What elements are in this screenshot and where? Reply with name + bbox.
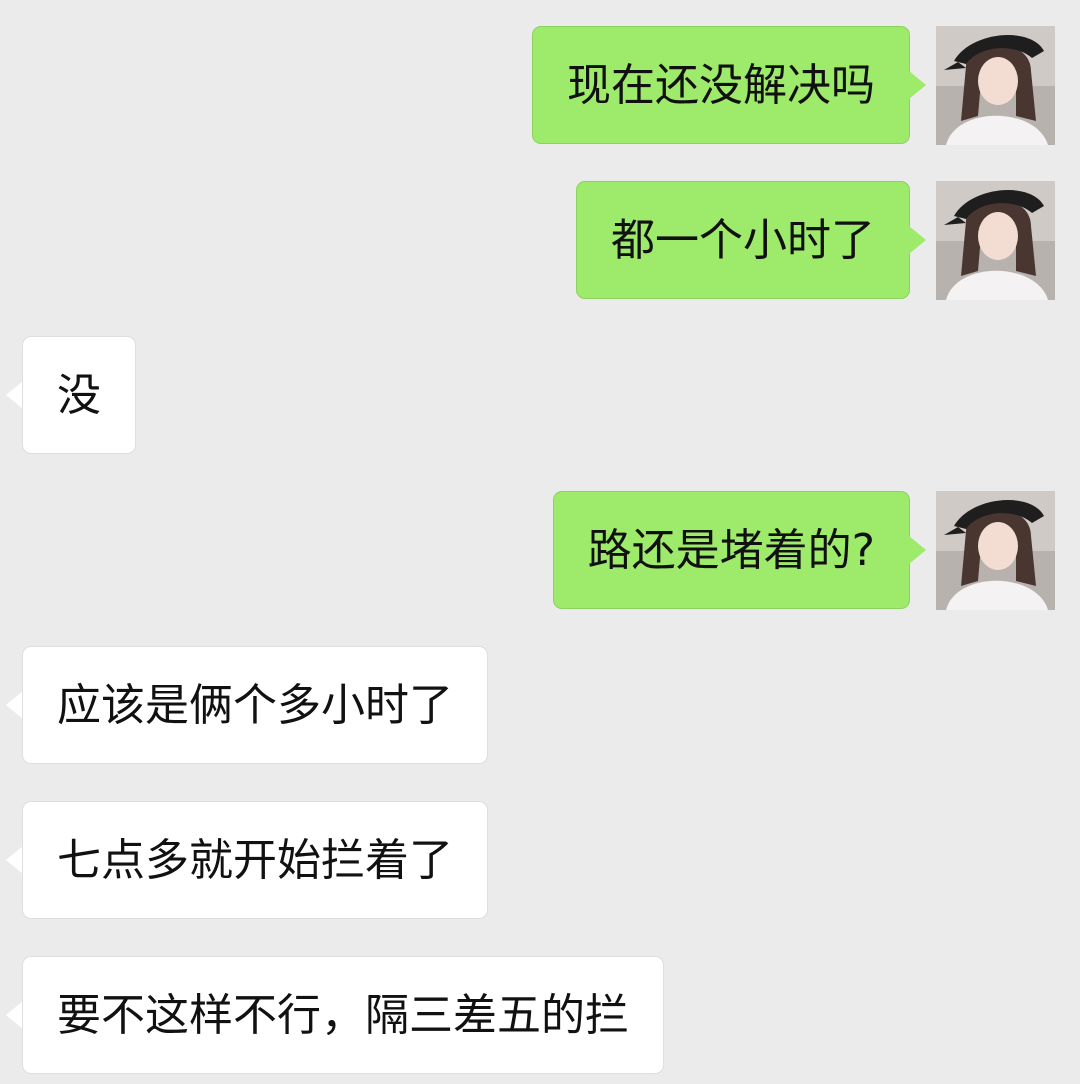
message-row: 要不这样不行，隔三差五的拦 [0,956,1080,1076]
chat-message-list[interactable]: 现在还没解决吗 都一个小时了 没 路还是堵着的? 应该是俩个多小时了 七点多就开… [0,0,1080,1084]
bubble-tail [909,71,926,99]
message-text: 没 [57,370,101,421]
message-row: 没 [0,336,1080,456]
message-row: 七点多就开始拦着了 [0,801,1080,921]
message-text: 路还是堵着的? [587,525,875,576]
message-text: 七点多就开始拦着了 [57,835,453,886]
avatar-image [936,181,1055,300]
message-text: 要不这样不行，隔三差五的拦 [57,990,629,1041]
bubble-tail [6,846,23,874]
avatar-image [936,26,1055,145]
incoming-message-bubble[interactable]: 七点多就开始拦着了 [22,801,488,919]
message-text: 现在还没解决吗 [567,60,875,111]
user-avatar[interactable] [936,491,1055,610]
outgoing-message-bubble[interactable]: 都一个小时了 [576,181,910,299]
incoming-message-bubble[interactable]: 要不这样不行，隔三差五的拦 [22,956,664,1074]
avatar-image [936,491,1055,610]
incoming-message-bubble[interactable]: 没 [22,336,136,454]
bubble-tail [909,226,926,254]
user-avatar[interactable] [936,26,1055,145]
message-text: 应该是俩个多小时了 [57,680,453,731]
message-row: 应该是俩个多小时了 [0,646,1080,766]
bubble-tail [6,1001,23,1029]
bubble-tail [6,381,23,409]
incoming-message-bubble[interactable]: 应该是俩个多小时了 [22,646,488,764]
message-row: 路还是堵着的? [0,491,1080,611]
bubble-tail [6,691,23,719]
bubble-tail [909,536,926,564]
message-text: 都一个小时了 [611,215,875,266]
message-row: 现在还没解决吗 [0,26,1080,146]
user-avatar[interactable] [936,181,1055,300]
message-row: 都一个小时了 [0,181,1080,301]
outgoing-message-bubble[interactable]: 路还是堵着的? [552,491,910,609]
outgoing-message-bubble[interactable]: 现在还没解决吗 [532,26,910,144]
